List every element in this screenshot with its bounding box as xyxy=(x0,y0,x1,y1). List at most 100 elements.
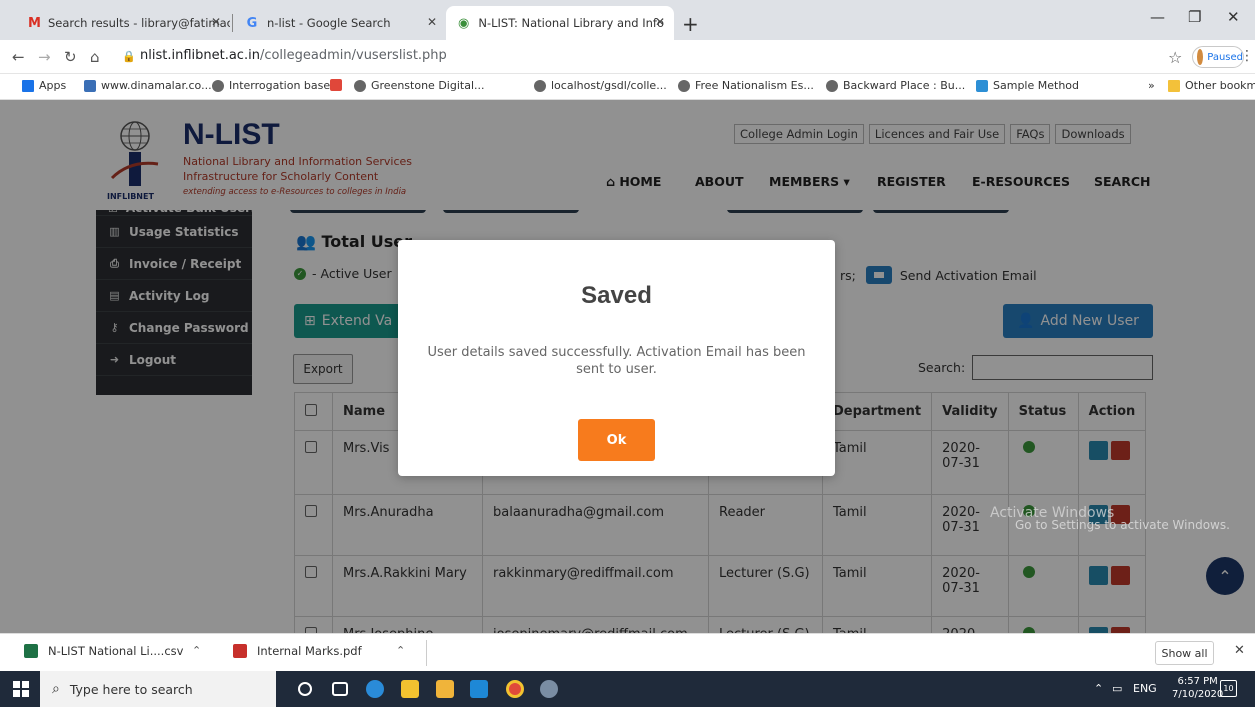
restore-icon[interactable]: ❐ xyxy=(1188,8,1201,26)
dialog-message: User details saved successfully. Activat… xyxy=(427,345,806,377)
bookmarks-bar: Apps www.dinamalar.co... Interrogation b… xyxy=(0,74,1255,100)
profile-button[interactable]: Paused xyxy=(1192,46,1244,68)
minimize-icon[interactable]: — xyxy=(1150,8,1165,26)
tray-chevron-icon[interactable]: ⌃ xyxy=(1094,682,1103,695)
close-icon[interactable]: ✕ xyxy=(211,15,221,29)
bookmark-label: Interrogation base... xyxy=(229,79,341,92)
dialog-title: Saved xyxy=(581,282,652,309)
bookmark-label: Backward Place : Bu... xyxy=(843,79,966,92)
tab-title: n-list - Google Search xyxy=(267,16,391,30)
avatar xyxy=(1197,49,1204,65)
store-icon[interactable] xyxy=(401,680,419,698)
chevron-up-icon[interactable]: ⌃ xyxy=(192,644,201,657)
task-view-icon[interactable] xyxy=(332,682,348,696)
bookmark-item[interactable] xyxy=(330,79,347,91)
home-icon[interactable]: ⌂ xyxy=(90,48,100,66)
globe-icon xyxy=(826,79,838,92)
activate-windows-hint: Go to Settings to activate Windows. xyxy=(1015,518,1230,532)
download-item-csv[interactable]: N-LIST National Li....csv xyxy=(24,644,183,658)
show-all-button[interactable]: Show all xyxy=(1155,641,1214,665)
bookmark-label: Sample Method xyxy=(993,79,1079,92)
paint-icon[interactable] xyxy=(540,680,558,698)
window-close-icon[interactable]: ✕ xyxy=(1227,8,1240,26)
clock-date: 7/10/2020 xyxy=(1172,689,1224,700)
search-placeholder: Type here to search xyxy=(69,681,193,697)
download-filename: N-LIST National Li....csv xyxy=(48,644,184,658)
globe-icon xyxy=(534,79,546,92)
taskbar-search-input[interactable]: ⌕ Type here to search xyxy=(40,671,276,707)
site-icon xyxy=(84,79,96,92)
bookmark-apps[interactable]: Apps xyxy=(22,79,66,92)
close-icon[interactable]: ✕ xyxy=(1234,643,1245,658)
back-icon[interactable]: ← xyxy=(12,48,25,66)
url-host: nlist.inflibnet.ac.in xyxy=(140,48,260,63)
chevron-up-icon[interactable]: ⌃ xyxy=(396,644,405,657)
download-item-pdf[interactable]: Internal Marks.pdf xyxy=(233,644,362,658)
address-bar: ← → ↻ ⌂ 🔒 nlist.inflibnet.ac.in/collegea… xyxy=(0,40,1255,74)
taskbar-clock[interactable]: 6:57 PM 7/10/2020 xyxy=(1172,675,1223,701)
globe-icon xyxy=(678,79,690,92)
folder-icon xyxy=(1168,79,1180,92)
tab-nlist[interactable]: ◉ N-LIST: National Library and Info ✕ xyxy=(446,6,674,40)
lock-icon[interactable]: 🔒 xyxy=(122,50,136,63)
battery-icon[interactable]: ▭ xyxy=(1112,682,1122,695)
url-path: /collegeadmin/vuserslist.php xyxy=(259,48,447,63)
google-icon: G xyxy=(246,15,258,31)
notification-center-icon[interactable]: 10 xyxy=(1220,680,1237,697)
windows-taskbar: ⌕ Type here to search ⌃ ▭ ENG 6:57 PM 7/… xyxy=(0,671,1255,707)
bookmark-item[interactable]: Free Nationalism Es... xyxy=(678,79,814,92)
tab-divider xyxy=(232,14,233,32)
windows-start-icon[interactable] xyxy=(13,681,29,697)
tab-title: Search results - library@fatimacc xyxy=(47,16,230,30)
notification-count: 10 xyxy=(1223,684,1234,693)
tab-gmail[interactable]: M Search results - library@fatimacc ✕ xyxy=(18,6,230,40)
csv-icon xyxy=(24,644,38,658)
search-icon: ⌕ xyxy=(52,681,60,697)
menu-kebab-icon[interactable]: ⋮ xyxy=(1240,48,1254,64)
language-indicator[interactable]: ENG xyxy=(1133,682,1157,695)
other-bookmarks[interactable]: Other bookmarks xyxy=(1168,79,1255,92)
site-icon xyxy=(330,79,342,91)
pdf-icon xyxy=(233,644,247,658)
globe-icon xyxy=(354,79,366,92)
bookmark-item[interactable]: www.dinamalar.co... xyxy=(84,79,212,92)
close-icon[interactable]: ✕ xyxy=(427,15,437,29)
mail-icon[interactable] xyxy=(470,680,488,698)
site-icon xyxy=(976,79,988,92)
bookmark-label: www.dinamalar.co... xyxy=(101,79,212,92)
apps-grid-icon xyxy=(22,79,34,92)
new-tab-button[interactable]: + xyxy=(682,12,699,36)
ok-button[interactable]: Ok xyxy=(578,419,655,461)
browser-tab-bar: M Search results - library@fatimacc ✕ G … xyxy=(0,0,1255,40)
gmail-icon: M xyxy=(28,15,41,31)
nlist-icon: ◉ xyxy=(458,15,470,31)
divider xyxy=(426,640,427,666)
bookmark-item[interactable]: Interrogation base... xyxy=(212,79,341,92)
download-filename: Internal Marks.pdf xyxy=(257,644,362,658)
reload-icon[interactable]: ↻ xyxy=(64,48,77,66)
forward-icon[interactable]: → xyxy=(38,48,51,66)
bookmark-label: Apps xyxy=(39,79,67,92)
bookmarks-overflow[interactable]: » xyxy=(1148,79,1155,92)
file-explorer-icon[interactable] xyxy=(436,680,454,698)
downloads-bar: N-LIST National Li....csv ⌃ Internal Mar… xyxy=(0,633,1255,671)
bookmark-item[interactable]: Sample Method xyxy=(976,79,1079,92)
close-icon[interactable]: ✕ xyxy=(655,15,665,29)
saved-dialog: Saved User details saved successfully. A… xyxy=(398,240,835,476)
bookmark-label: Greenstone Digital... xyxy=(371,79,485,92)
url-field[interactable]: nlist.inflibnet.ac.in/collegeadmin/vuser… xyxy=(140,48,447,63)
bookmark-label: localhost/gsdl/colle... xyxy=(551,79,667,92)
bookmark-label: Other bookmarks xyxy=(1185,79,1255,92)
profile-status: Paused xyxy=(1207,51,1243,63)
edge-icon[interactable] xyxy=(366,680,384,698)
chrome-icon[interactable] xyxy=(506,680,524,698)
tab-google-search[interactable]: G n-list - Google Search ✕ xyxy=(234,6,446,40)
bookmark-item[interactable]: Greenstone Digital... xyxy=(354,79,485,92)
bookmark-item[interactable]: localhost/gsdl/colle... xyxy=(534,79,667,92)
bookmark-item[interactable]: Backward Place : Bu... xyxy=(826,79,965,92)
tab-title: N-LIST: National Library and Info xyxy=(478,16,664,30)
bookmark-label: Free Nationalism Es... xyxy=(695,79,814,92)
cortana-icon[interactable] xyxy=(298,682,312,696)
clock-time: 6:57 PM xyxy=(1177,676,1218,687)
bookmark-star-icon[interactable]: ☆ xyxy=(1168,48,1182,67)
